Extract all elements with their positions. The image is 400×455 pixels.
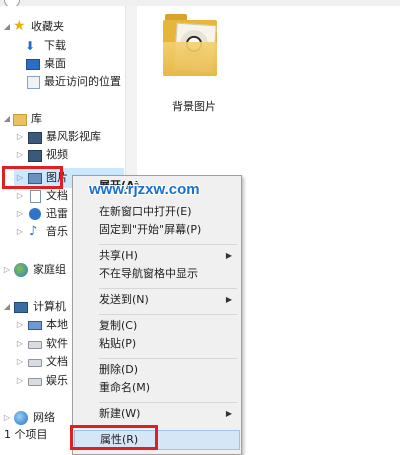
menu-item-pin-start[interactable]: 固定到"开始"屏幕(P) [74, 221, 240, 239]
expand-icon[interactable]: ▷ [15, 223, 25, 241]
recent-places-icon [27, 76, 40, 89]
nav-docs-drive-label: 文档 [46, 355, 68, 368]
watermark: www.rjzxw.com [89, 181, 200, 198]
menu-item-new[interactable]: 新建(W) ▶ [74, 405, 240, 423]
menu-separator [99, 314, 237, 315]
expand-icon[interactable]: ▷ [15, 128, 25, 146]
menu-separator [99, 244, 237, 245]
menu-item-copy[interactable]: 复制(C) [74, 317, 240, 335]
homegroup-icon [14, 263, 28, 277]
folder-front [163, 42, 217, 76]
menu-item-label: 固定到"开始"屏幕(P) [99, 223, 202, 236]
nav-homegroup-label: 家庭组 [33, 263, 66, 276]
nav-music-label: 音乐 [46, 225, 68, 238]
collapse-icon[interactable]: ◢ [2, 18, 12, 36]
nav-documents-label: 文档 [46, 189, 68, 202]
menu-item-label: 删除(D) [99, 363, 139, 376]
status-item-count: 1 个项目 [4, 428, 48, 441]
submenu-arrow-icon: ▶ [225, 409, 232, 418]
nav-network-label: 网络 [33, 411, 55, 424]
drive-icon [28, 359, 42, 367]
nav-desktop-label: 桌面 [44, 57, 66, 70]
expand-icon[interactable]: ▷ [15, 146, 25, 164]
computer-icon [14, 302, 28, 313]
menu-item-label: 不在导航窗格中显示 [99, 267, 198, 280]
annotation-box-properties [70, 425, 158, 450]
menu-item-share[interactable]: 共享(H) ▶ [74, 247, 240, 265]
nav-thunder-label: 迅雷 [46, 207, 68, 220]
menu-item-delete[interactable]: 删除(D) [74, 361, 240, 379]
collapse-icon[interactable]: ◢ [2, 110, 12, 128]
nav-software-label: 软件 [46, 337, 68, 350]
nav-recent-label: 最近访问的位置 [44, 75, 121, 88]
submenu-arrow-icon: ▶ [225, 295, 232, 304]
nav-downloads-label: 下载 [44, 39, 66, 52]
menu-separator [99, 358, 237, 359]
nav-computer-label: 计算机 [33, 300, 66, 313]
nav-entertainment-label: 娱乐 [46, 374, 68, 387]
folder-icon[interactable] [163, 14, 217, 78]
video-library-icon [28, 132, 42, 144]
menu-item-send-to[interactable]: 发送到(N) ▶ [74, 291, 240, 309]
menu-item-label: 重命名(M) [99, 381, 151, 394]
menu-item-label: 发送到(N) [99, 293, 149, 306]
thunder-icon [29, 208, 41, 220]
menu-item-open-new-window[interactable]: 在新窗口中打开(E) [74, 203, 240, 221]
nav-videos-label: 视频 [46, 148, 68, 161]
drive-icon [28, 341, 42, 349]
network-icon [14, 411, 28, 425]
collapse-icon[interactable]: ◢ [2, 298, 12, 316]
nav-libraries-label: 库 [31, 112, 42, 125]
menu-item-paste[interactable]: 粘贴(P) [74, 335, 240, 353]
video-icon [28, 150, 42, 162]
menu-item-label: 粘贴(P) [99, 337, 137, 350]
nav-storm-video-label: 暴风影视库 [46, 130, 101, 143]
menu-item-hide-in-nav[interactable]: 不在导航窗格中显示 [74, 265, 240, 283]
context-menu: 展开(A) 在新窗口中打开(E) 固定到"开始"屏幕(P) 共享(H) ▶ 不在… [72, 175, 242, 455]
library-icon [13, 114, 27, 126]
expand-icon[interactable]: ▷ [2, 409, 12, 427]
expand-icon[interactable]: ▷ [15, 316, 25, 334]
menu-item-rename[interactable]: 重命名(M) [74, 379, 240, 397]
expand-icon[interactable]: ▷ [15, 372, 25, 390]
expand-icon[interactable]: ▷ [15, 353, 25, 371]
music-icon: ♪ [29, 224, 38, 239]
expand-icon[interactable]: ▷ [15, 187, 25, 205]
star-icon: ★ [13, 18, 26, 34]
desktop-icon [26, 59, 40, 70]
system-drive-icon [28, 321, 42, 330]
menu-separator [99, 288, 237, 289]
menu-item-label: 复制(C) [99, 319, 138, 332]
nav-local-disk-label: 本地 [46, 318, 68, 331]
drive-icon [28, 378, 42, 386]
expand-icon[interactable]: ▷ [2, 261, 12, 279]
nav-favorites-label: 收藏夹 [31, 20, 64, 33]
annotation-box-pictures [2, 166, 63, 189]
expand-icon[interactable]: ▷ [15, 205, 25, 223]
menu-separator [99, 402, 237, 403]
menu-item-label: 共享(H) [99, 249, 138, 262]
menu-item-label: 新建(W) [99, 407, 141, 420]
expand-icon[interactable]: ▷ [15, 335, 25, 353]
documents-icon [30, 190, 41, 203]
submenu-arrow-icon: ▶ [225, 251, 232, 260]
download-icon: ⬇ [25, 39, 36, 53]
menu-item-label: 在新窗口中打开(E) [99, 205, 192, 218]
folder-label[interactable]: 背景图片 [172, 98, 216, 114]
